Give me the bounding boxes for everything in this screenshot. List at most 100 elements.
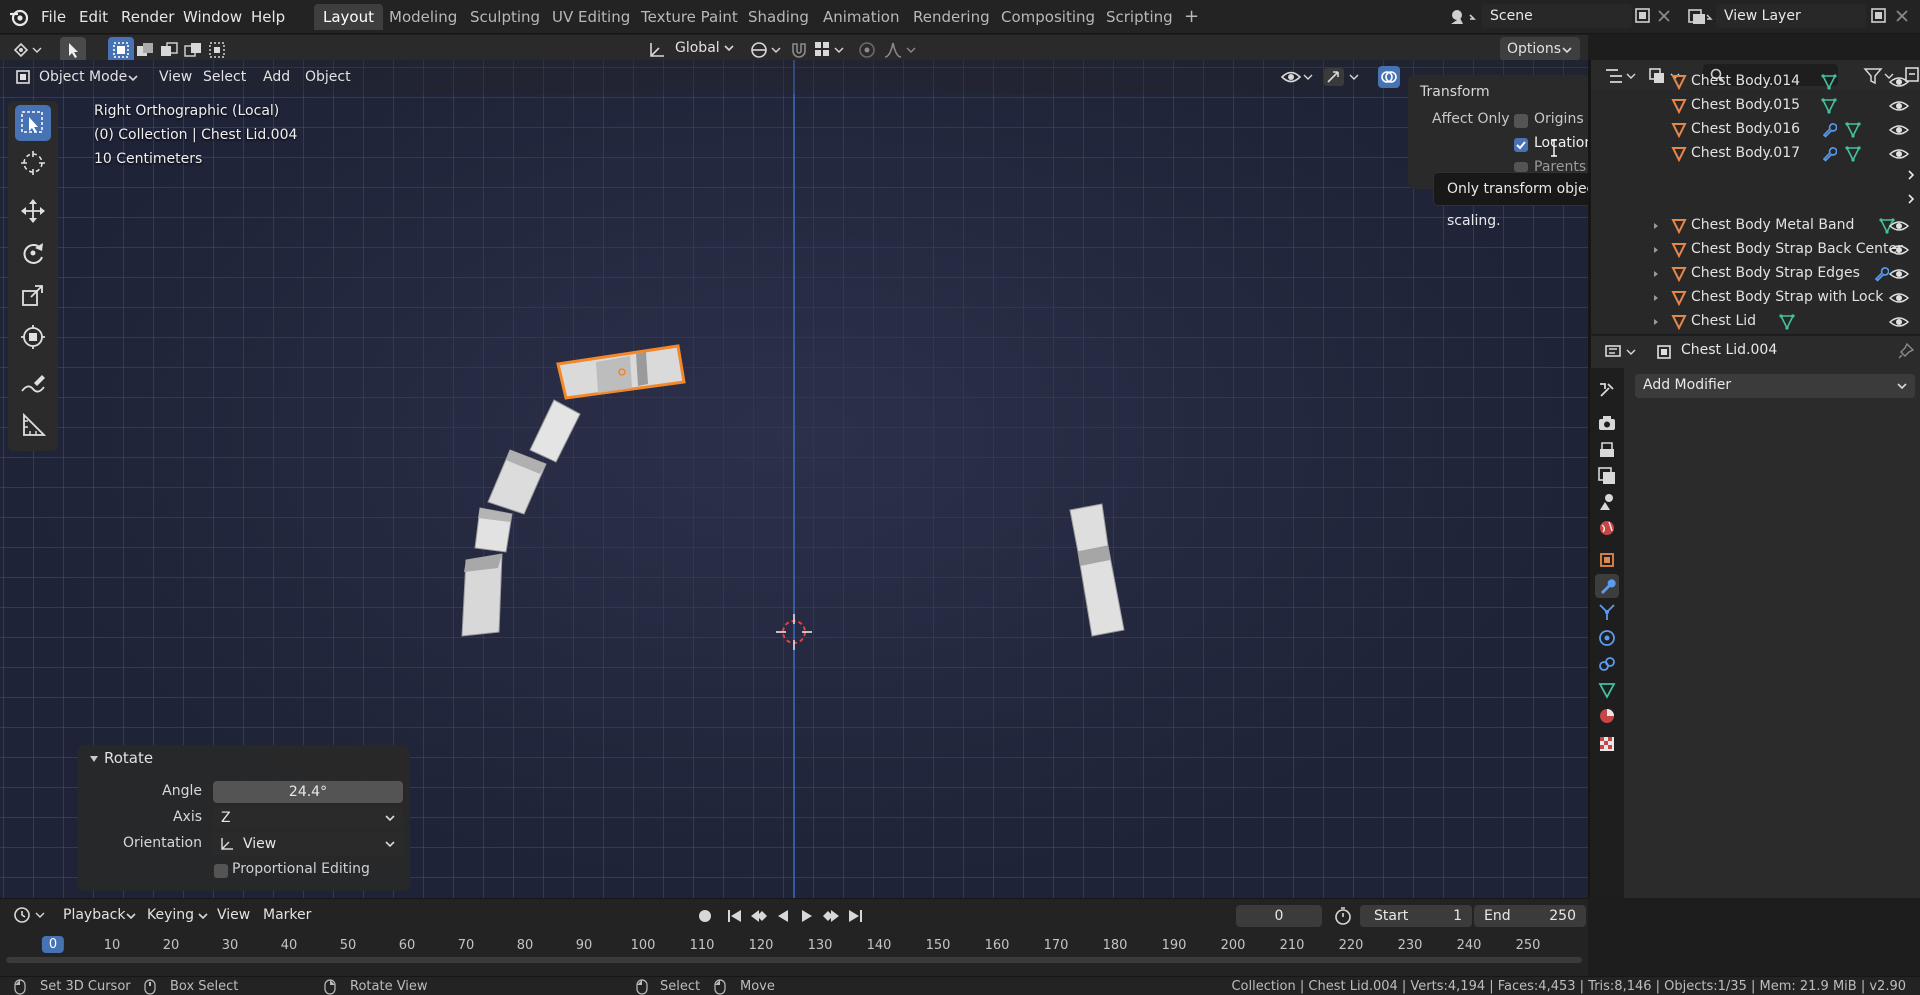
view-layer-icon[interactable] bbox=[1686, 6, 1714, 28]
visibility-eye-icon[interactable] bbox=[1889, 99, 1909, 113]
timeline-menu-keying[interactable]: Keying bbox=[140, 903, 201, 927]
expand-arrow-icon[interactable] bbox=[1651, 317, 1661, 327]
new-scene-icon[interactable] bbox=[1632, 5, 1654, 27]
annotate-tool[interactable] bbox=[15, 367, 51, 403]
tab-physics[interactable] bbox=[1595, 626, 1619, 650]
menu-edit[interactable]: Edit bbox=[72, 6, 115, 28]
scene-name-field[interactable]: Scene bbox=[1482, 4, 1632, 28]
origins-label[interactable]: Origins bbox=[1534, 111, 1584, 127]
remove-view-layer-icon[interactable] bbox=[1893, 7, 1911, 25]
expand-arrow-icon[interactable] bbox=[1651, 245, 1661, 255]
mesh-data-icon[interactable] bbox=[1821, 74, 1837, 90]
pin-icon[interactable] bbox=[1897, 342, 1915, 360]
outliner-item[interactable]: Chest Body Metal Band bbox=[1591, 214, 1920, 238]
expand-arrow-icon[interactable] bbox=[1651, 269, 1661, 279]
expand-arrow-icon[interactable] bbox=[1651, 221, 1661, 231]
jump-to-keyframe-back-icon[interactable] bbox=[748, 905, 770, 927]
mesh-data-icon[interactable] bbox=[1845, 122, 1861, 138]
tab-material[interactable] bbox=[1595, 704, 1619, 728]
current-frame-marker[interactable]: 0 bbox=[41, 936, 65, 953]
snap-increment-icon[interactable] bbox=[812, 39, 846, 61]
orientation-dropdown[interactable]: View bbox=[213, 833, 403, 855]
end-frame-field[interactable]: End 250 bbox=[1474, 905, 1586, 927]
tab-sculpting[interactable]: Sculpting bbox=[461, 4, 549, 30]
proportional-editing-icon[interactable] bbox=[856, 39, 878, 61]
current-frame-field[interactable]: 0 bbox=[1236, 905, 1322, 927]
tab-object-data[interactable] bbox=[1595, 678, 1619, 702]
tab-particles[interactable] bbox=[1595, 600, 1619, 624]
scale-tool[interactable] bbox=[15, 277, 51, 313]
outliner-item[interactable]: Chest Body.017 bbox=[1591, 142, 1920, 166]
axis-dropdown[interactable]: Z bbox=[213, 807, 403, 829]
visibility-eye-icon[interactable] bbox=[1889, 267, 1909, 281]
chest-strap-right[interactable] bbox=[1069, 503, 1125, 637]
outliner-item[interactable]: Chest Body Strap Back Center bbox=[1591, 238, 1920, 262]
play-reverse-icon[interactable] bbox=[772, 905, 794, 927]
tab-modifiers[interactable] bbox=[1595, 574, 1619, 598]
scene-icon[interactable] bbox=[1448, 6, 1478, 28]
origins-checkbox[interactable] bbox=[1514, 114, 1528, 128]
orientation-gizmo-icon[interactable] bbox=[646, 39, 668, 61]
visibility-eye-icon[interactable] bbox=[1889, 243, 1909, 257]
jump-to-end-icon[interactable] bbox=[844, 905, 866, 927]
tab-uv-editing[interactable]: UV Editing bbox=[543, 4, 639, 30]
visibility-eye-icon[interactable] bbox=[1280, 66, 1314, 88]
tab-texture-paint[interactable]: Texture Paint bbox=[632, 4, 747, 30]
outliner-item[interactable]: Chest Body.016 bbox=[1591, 118, 1920, 142]
properties-editor-type-icon[interactable] bbox=[1603, 342, 1637, 362]
modifier-wrench-icon[interactable] bbox=[1821, 122, 1837, 138]
viewport-menu-add[interactable]: Add bbox=[256, 65, 297, 89]
add-modifier-dropdown[interactable]: Add Modifier bbox=[1635, 374, 1915, 398]
outliner-item[interactable]: Chest Body.014 bbox=[1591, 70, 1920, 94]
jump-to-keyframe-forward-icon[interactable] bbox=[820, 905, 842, 927]
measure-tool[interactable] bbox=[15, 407, 51, 443]
tab-animation[interactable]: Animation bbox=[814, 4, 908, 30]
tab-shading[interactable]: Shading bbox=[739, 4, 818, 30]
parents-label[interactable]: Parents bbox=[1534, 159, 1586, 172]
panel-divider[interactable] bbox=[1588, 60, 1590, 898]
view-layer-name-field[interactable]: View Layer bbox=[1716, 4, 1866, 28]
snap-magnet-icon[interactable] bbox=[788, 39, 810, 61]
blender-logo-icon[interactable] bbox=[8, 6, 30, 28]
tab-modeling[interactable]: Modeling bbox=[380, 4, 466, 30]
tab-rendering[interactable]: Rendering bbox=[904, 4, 999, 30]
gizmo-toggle-icon[interactable] bbox=[1322, 66, 1362, 88]
timeline-editor-type-icon[interactable] bbox=[12, 904, 46, 926]
angle-value-field[interactable]: 24.4° bbox=[213, 781, 403, 803]
timeline-menu-marker[interactable]: Marker bbox=[256, 903, 318, 927]
timeline-menu-view[interactable]: View bbox=[210, 903, 257, 927]
chevron-right-icon[interactable] bbox=[1905, 192, 1917, 206]
outliner-item[interactable]: Chest Body Strap Edges bbox=[1591, 262, 1920, 286]
visibility-eye-icon[interactable] bbox=[1889, 123, 1909, 137]
rotate-tool[interactable] bbox=[15, 235, 51, 271]
viewport-menu-select[interactable]: Select bbox=[196, 65, 253, 89]
tab-constraints[interactable] bbox=[1595, 652, 1619, 676]
proportional-editing-checkbox[interactable] bbox=[214, 864, 228, 878]
falloff-curve-icon[interactable] bbox=[882, 39, 918, 61]
pivot-point-icon[interactable] bbox=[748, 39, 782, 61]
new-view-layer-icon[interactable] bbox=[1868, 5, 1890, 27]
tab-scene[interactable] bbox=[1595, 490, 1619, 514]
visibility-eye-icon[interactable] bbox=[1889, 315, 1909, 329]
tab-compositing[interactable]: Compositing bbox=[992, 4, 1104, 30]
tab-render[interactable] bbox=[1595, 412, 1619, 436]
menu-file[interactable]: File bbox=[34, 6, 73, 28]
visibility-eye-icon[interactable] bbox=[1889, 219, 1909, 233]
play-icon[interactable] bbox=[796, 905, 818, 927]
select-box-tool[interactable] bbox=[15, 105, 51, 141]
cursor-tool[interactable] bbox=[15, 145, 51, 181]
visibility-eye-icon[interactable] bbox=[1889, 291, 1909, 305]
menu-help[interactable]: Help bbox=[244, 6, 292, 28]
viewport-menu-view[interactable]: View bbox=[152, 65, 199, 89]
tab-tool[interactable] bbox=[1595, 378, 1619, 402]
tab-view-layer[interactable] bbox=[1595, 464, 1619, 488]
outliner-item[interactable]: Chest Lid bbox=[1591, 310, 1920, 334]
tab-layout[interactable]: Layout bbox=[314, 4, 383, 30]
add-workspace-button[interactable]: + bbox=[1175, 4, 1208, 30]
timeline-scrollbar[interactable] bbox=[6, 957, 1582, 963]
overlays-icon[interactable] bbox=[1378, 66, 1400, 88]
outliner-item[interactable]: Chest Body Strap with Lock bbox=[1591, 286, 1920, 310]
viewport-menu-object[interactable]: Object bbox=[298, 65, 358, 89]
tab-texture[interactable] bbox=[1595, 732, 1619, 756]
expand-arrow-icon[interactable] bbox=[1651, 293, 1661, 303]
